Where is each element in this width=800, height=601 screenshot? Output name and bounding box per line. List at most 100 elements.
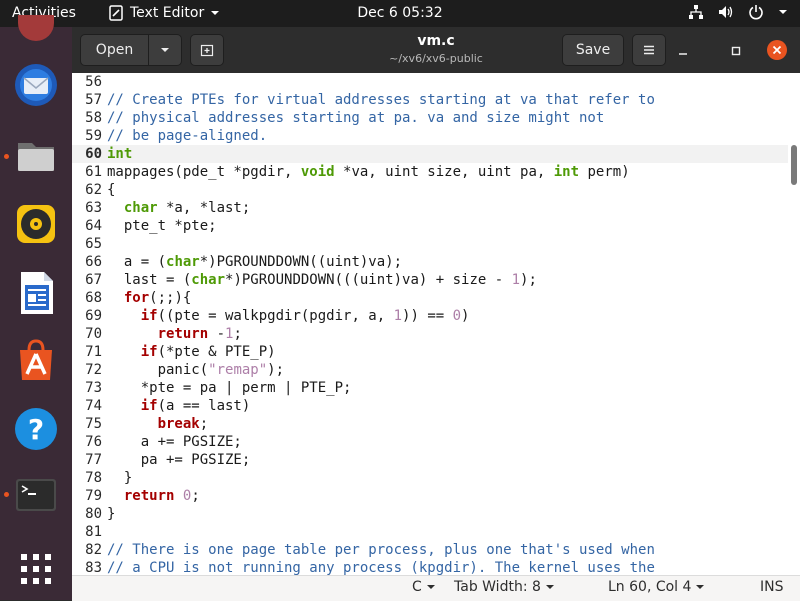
code-line[interactable]: 70 return -1; bbox=[72, 325, 788, 343]
maximize-button[interactable] bbox=[729, 43, 743, 57]
software-center-icon[interactable] bbox=[12, 336, 60, 384]
code-line[interactable]: 65 bbox=[72, 235, 788, 253]
code-editor[interactable]: 56 57 // Create PTEs for virtual addresses… bbox=[72, 73, 800, 575]
save-button[interactable]: Save bbox=[562, 34, 624, 66]
code-token-num: 0 bbox=[452, 308, 462, 324]
line-number: 77 bbox=[85, 452, 102, 468]
line-number: 68 bbox=[85, 290, 102, 306]
cursor-position[interactable]: Ln 60, Col 4 bbox=[608, 579, 705, 595]
code-text: { bbox=[107, 181, 115, 199]
status-bar: C Tab Width: 8 Ln 60, Col 4 INS bbox=[72, 575, 800, 601]
code-line[interactable]: 61 mappages(pde_t *pgdir, void *va, uint … bbox=[72, 163, 788, 181]
code-token-plain: ; bbox=[199, 416, 209, 432]
code-token-type: void bbox=[300, 164, 335, 180]
scrollbar-thumb[interactable] bbox=[791, 145, 797, 185]
help-icon[interactable]: ? bbox=[12, 405, 60, 453]
code-text: // physical addresses starting at pa. va… bbox=[107, 109, 604, 127]
code-line[interactable]: 64 pte_t *pte; bbox=[72, 217, 788, 235]
top-bar: Activities Text Editor Dec 6 05:32 bbox=[0, 0, 800, 27]
code-line[interactable]: 82 // There is one page table per process… bbox=[72, 541, 788, 559]
tab-width-selector[interactable]: Tab Width: 8 bbox=[454, 579, 555, 595]
code-text: a = (char*)PGROUNDDOWN((uint)va); bbox=[107, 253, 402, 271]
code-token-kw: return bbox=[123, 488, 175, 504]
line-number: 70 bbox=[85, 326, 102, 342]
code-line[interactable]: 78 } bbox=[72, 469, 788, 487]
close-icon bbox=[772, 45, 782, 55]
code-line[interactable]: 63 char *a, *last; bbox=[72, 199, 788, 217]
code-line[interactable]: 56 bbox=[72, 73, 788, 91]
language-selector[interactable]: C bbox=[412, 579, 436, 595]
line-number: 67 bbox=[85, 272, 102, 288]
code-line[interactable]: 73 *pte = pa | perm | PTE_P; bbox=[72, 379, 788, 397]
code-token-type: int bbox=[107, 146, 133, 162]
code-line[interactable]: 81 bbox=[72, 523, 788, 541]
code-line[interactable]: 76 a += PGSIZE; bbox=[72, 433, 788, 451]
code-token-comment: // There is one page table per process, … bbox=[107, 542, 655, 558]
code-line[interactable]: 57 // Create PTEs for virtual addresses s… bbox=[72, 91, 788, 109]
minimize-icon bbox=[679, 53, 687, 55]
code-text: if((pte = walkpgdir(pgdir, a, 1)) == 0) bbox=[107, 307, 470, 325]
code-text: char *a, *last; bbox=[107, 199, 250, 217]
code-line[interactable]: 72 panic("remap"); bbox=[72, 361, 788, 379]
code-line[interactable]: 79 return 0; bbox=[72, 487, 788, 505]
code-token-plain: ) bbox=[461, 308, 470, 324]
code-line[interactable]: 71 if(*pte & PTE_P) bbox=[72, 343, 788, 361]
code-line[interactable]: 68 for(;;){ bbox=[72, 289, 788, 307]
code-line[interactable]: 62 { bbox=[72, 181, 788, 199]
show-applications-icon[interactable] bbox=[18, 551, 54, 587]
code-token-comment: // a CPU is not running any process (kpg… bbox=[107, 560, 655, 575]
partial-dock-icon[interactable] bbox=[18, 15, 54, 41]
code-text: if(a == last) bbox=[107, 397, 251, 415]
power-icon[interactable] bbox=[748, 4, 764, 20]
code-text: return -1; bbox=[107, 325, 242, 343]
line-number: 73 bbox=[85, 380, 102, 396]
code-token-kw: break bbox=[157, 416, 200, 432]
minimize-button[interactable] bbox=[676, 43, 690, 57]
code-token-comment: // Create PTEs for virtual addresses sta… bbox=[107, 92, 655, 108]
code-line[interactable]: 66 a = (char*)PGROUNDDOWN((uint)va); bbox=[72, 253, 788, 271]
code-line[interactable]: 75 break; bbox=[72, 415, 788, 433]
chevron-down-icon[interactable] bbox=[778, 7, 788, 17]
thunderbird-icon[interactable] bbox=[12, 61, 60, 109]
network-icon[interactable] bbox=[688, 4, 704, 20]
rhythmbox-icon[interactable] bbox=[12, 200, 60, 248]
code-token-kw: if bbox=[140, 344, 158, 360]
line-number: 82 bbox=[85, 542, 102, 558]
code-line[interactable]: 58 // physical addresses starting at pa. … bbox=[72, 109, 788, 127]
code-text: // a CPU is not running any process (kpg… bbox=[107, 559, 655, 575]
code-text: panic("remap"); bbox=[107, 361, 284, 379]
volume-icon[interactable] bbox=[718, 4, 734, 20]
document-path: ~/xv6/xv6-public bbox=[389, 52, 483, 65]
code-line[interactable]: 59 // be page-aligned. bbox=[72, 127, 788, 145]
terminal-icon[interactable] bbox=[12, 471, 60, 519]
code-token-plain: a = ( bbox=[107, 254, 167, 270]
code-line[interactable]: 74 if(a == last) bbox=[72, 397, 788, 415]
code-line[interactable]: 67 last = (char*)PGROUNDDOWN(((uint)va) … bbox=[72, 271, 788, 289]
code-token-kw: if bbox=[140, 398, 158, 414]
code-line[interactable]: 60 int bbox=[72, 145, 788, 163]
line-number: 57 bbox=[85, 92, 102, 108]
line-number: 69 bbox=[85, 308, 102, 324]
code-token-kw: if bbox=[140, 308, 158, 324]
code-text: // There is one page table per process, … bbox=[107, 541, 655, 559]
code-line[interactable]: 83 // a CPU is not running any process (k… bbox=[72, 559, 788, 575]
code-line[interactable]: 80} bbox=[72, 505, 788, 523]
system-tray[interactable] bbox=[688, 4, 788, 20]
close-button[interactable] bbox=[767, 40, 787, 60]
code-token-plain: ); bbox=[267, 362, 285, 378]
line-number: 59 bbox=[85, 128, 102, 144]
libreoffice-writer-icon[interactable] bbox=[12, 269, 60, 317]
clock[interactable]: Dec 6 05:32 bbox=[357, 5, 442, 21]
hamburger-menu-button[interactable] bbox=[632, 34, 666, 66]
code-token-type: char bbox=[123, 200, 158, 216]
files-icon[interactable] bbox=[12, 131, 60, 179]
vertical-scrollbar[interactable] bbox=[788, 73, 800, 575]
code-line[interactable]: 69 if((pte = walkpgdir(pgdir, a, 1)) == … bbox=[72, 307, 788, 325]
code-text: // Create PTEs for virtual addresses sta… bbox=[107, 91, 655, 109]
code-line[interactable]: 77 pa += PGSIZE; bbox=[72, 451, 788, 469]
code-text: // be page-aligned. bbox=[107, 127, 267, 145]
